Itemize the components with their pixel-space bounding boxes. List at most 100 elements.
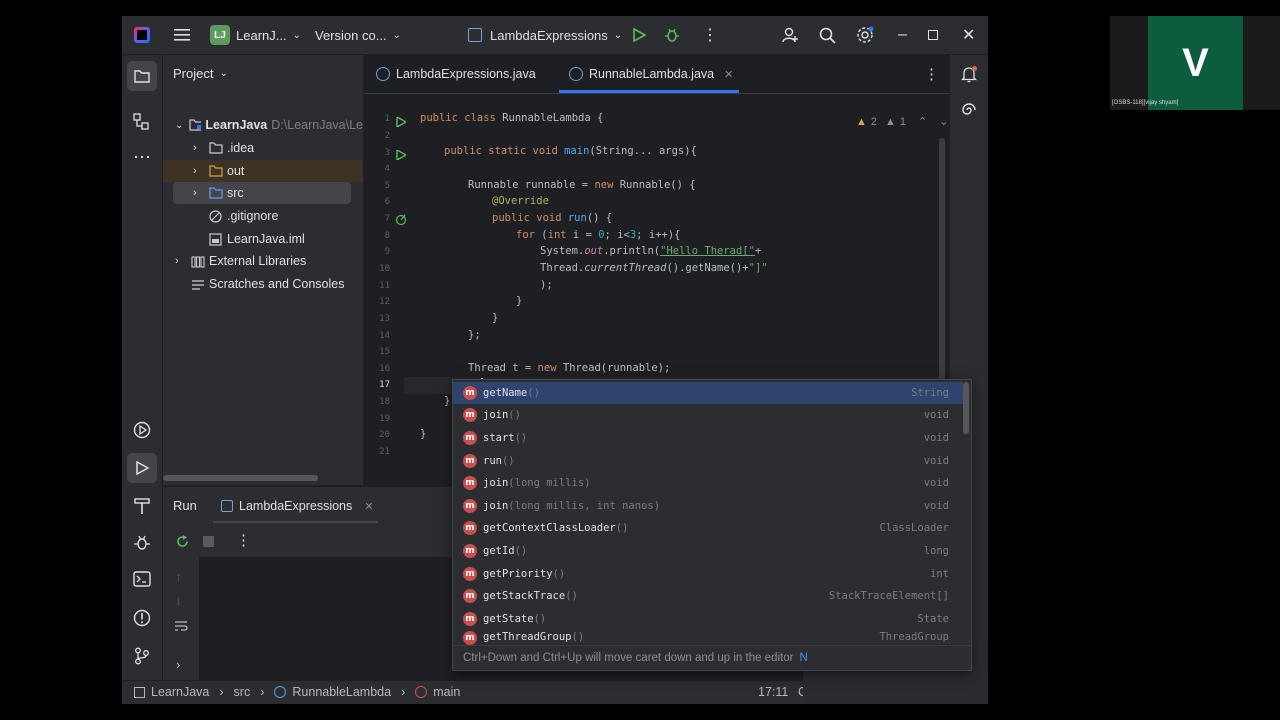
tab-runnable-lambda[interactable]: RunnableLambda.java ✕ <box>569 55 733 93</box>
run-class-gutter-icon[interactable] <box>396 114 408 132</box>
breadcrumb-item[interactable]: main <box>433 685 460 699</box>
project-panel-title: Project <box>173 66 214 81</box>
tree-item-src[interactable]: › src <box>173 182 351 204</box>
override-gutter-icon[interactable] <box>395 213 407 231</box>
folder-icon <box>209 165 223 177</box>
tree-item-out[interactable]: › out <box>163 160 363 182</box>
more-actions-icon[interactable]: ⋮ <box>702 16 718 54</box>
project-tool-button[interactable] <box>127 61 157 91</box>
title-bar: LJ LearnJ... ⌄ Version co... ⌄ LambdaExp… <box>122 16 988 55</box>
project-switcher[interactable]: LJ LearnJ... ⌄ <box>210 16 301 54</box>
structure-tool-button[interactable] <box>133 113 150 135</box>
search-button[interactable] <box>819 16 836 54</box>
tree-item-iml[interactable]: LearnJava.iml <box>163 228 363 250</box>
tree-item-scratches[interactable]: Scratches and Consoles <box>163 273 363 295</box>
run-button[interactable] <box>632 16 646 54</box>
inspection-widget[interactable]: ▲ 2 ▲ 1 ⌃ ⌄ <box>856 115 948 129</box>
source-folder-icon <box>209 187 223 199</box>
rerun-button[interactable] <box>175 534 190 554</box>
more-tools-icon[interactable]: ⋯ <box>133 147 151 168</box>
tab-lambda-expressions[interactable]: LambdaExpressions.java <box>376 55 536 93</box>
main-menu-icon[interactable] <box>174 16 190 54</box>
completion-hint-link[interactable]: N <box>799 652 807 664</box>
terminal-icon <box>133 571 151 587</box>
completion-item[interactable]: m join (long millis) void <box>453 472 963 494</box>
chevron-up-icon[interactable]: ⌃ <box>918 115 927 128</box>
breadcrumb-item[interactable]: RunnableLambda <box>292 685 391 699</box>
notifications-button[interactable] <box>960 65 978 88</box>
completion-item[interactable]: m start() void <box>453 427 963 449</box>
soft-wrap-button[interactable] <box>174 619 188 637</box>
completion-item[interactable]: m getPriority() int <box>453 563 963 585</box>
completion-scrollbar[interactable] <box>963 382 969 434</box>
ignore-file-icon <box>209 209 222 223</box>
build-tool-button[interactable] <box>133 497 151 520</box>
close-icon[interactable]: ✕ <box>724 68 733 81</box>
completion-popup[interactable]: m getName() String m join() void m start() voi… <box>452 379 972 671</box>
minimize-button[interactable]: – <box>898 16 907 54</box>
scroll-down-icon[interactable]: ↓ <box>175 593 182 608</box>
settings-button[interactable] <box>856 16 874 54</box>
run-options-icon[interactable]: ⋮ <box>236 531 251 549</box>
horizontal-scrollbar[interactable] <box>163 475 318 481</box>
run-tab-lambda-expressions[interactable]: LambdaExpressions ✕ <box>221 495 373 517</box>
completion-item[interactable]: m getId() long <box>453 540 963 562</box>
code-line-16: Thread t = new Thread(runnable); <box>468 362 671 374</box>
tree-item-learnjava[interactable]: ⌄ LearnJava D:\LearnJava\Le <box>163 114 363 136</box>
git-tool-button[interactable] <box>133 647 151 670</box>
module-folder-icon <box>189 119 202 131</box>
add-user-button[interactable] <box>781 16 799 54</box>
code-line-1: public class RunnableLambda { <box>420 112 604 124</box>
completion-item[interactable]: m join (long millis, int nanos) void <box>453 495 963 517</box>
completion-item[interactable]: m getContextClassLoader() ClassLoader <box>453 517 963 539</box>
terminal-tool-button[interactable] <box>133 571 151 592</box>
line-number: 11 <box>379 281 390 291</box>
code-line-10: Thread.currentThread().getName()+"]" <box>540 262 768 274</box>
chevron-down-icon: ⌄ <box>392 29 401 41</box>
chevron-down-icon[interactable]: ⌄ <box>939 115 948 128</box>
chevron-right-icon: › <box>260 685 265 699</box>
tree-item-idea[interactable]: › .idea <box>163 137 363 159</box>
breadcrumb-item[interactable]: src <box>234 685 251 699</box>
services-tool-button[interactable] <box>133 421 151 444</box>
services-icon <box>133 421 151 439</box>
app-logo-icon[interactable] <box>134 16 150 54</box>
breadcrumb-item[interactable]: LearnJava <box>151 685 209 699</box>
tree-item-label: src <box>227 186 244 200</box>
completion-item[interactable]: m getStackTrace() StackTraceElement[] <box>453 585 963 607</box>
debug-button[interactable] <box>664 16 680 54</box>
tree-item-path: D:\LearnJava\Le <box>271 118 363 132</box>
run-config-selector[interactable]: LambdaExpressions ⌄ <box>468 16 622 54</box>
tree-item-gitignore[interactable]: .gitignore <box>163 205 363 227</box>
problems-tool-button[interactable] <box>133 609 151 632</box>
close-window-button[interactable]: ✕ <box>962 16 975 54</box>
completion-item[interactable]: m join() void <box>453 404 963 426</box>
completion-item[interactable]: m getName() String <box>453 382 963 404</box>
stop-button[interactable] <box>203 536 214 547</box>
vcs-widget[interactable]: Version co... ⌄ <box>315 16 401 54</box>
tab-label: LambdaExpressions.java <box>396 67 536 81</box>
project-panel-header[interactable]: Project ⌄ <box>173 66 228 81</box>
completion-item[interactable]: m run() void <box>453 450 963 472</box>
completion-item[interactable]: m getThreadGroup() ThreadGroup <box>453 631 963 645</box>
maximize-button[interactable] <box>928 16 938 54</box>
git-branch-icon <box>135 647 149 665</box>
run-tool-button[interactable] <box>127 453 157 483</box>
tree-item-external-libraries[interactable]: › External Libraries <box>163 250 363 272</box>
bug-icon <box>665 28 679 42</box>
caret-position[interactable]: 17:11 <box>758 685 788 699</box>
tree-item-label: .gitignore <box>227 209 279 223</box>
chevron-down-icon: ⌄ <box>292 29 301 41</box>
method-icon: m <box>463 589 477 603</box>
expand-toolbar-icon[interactable]: › <box>176 657 180 672</box>
debug-tool-button[interactable] <box>133 534 151 557</box>
chevron-right-icon: › <box>193 142 197 154</box>
close-icon[interactable]: ✕ <box>364 500 373 513</box>
method-icon: m <box>463 431 477 445</box>
run-main-gutter-icon[interactable] <box>396 147 408 165</box>
ai-assistant-button[interactable] <box>960 101 978 124</box>
tab-options-icon[interactable]: ⋮ <box>924 65 939 83</box>
code-line-14: }; <box>468 329 481 341</box>
completion-item[interactable]: m getState() State <box>453 608 963 630</box>
scroll-up-icon[interactable]: ↑ <box>175 569 182 584</box>
